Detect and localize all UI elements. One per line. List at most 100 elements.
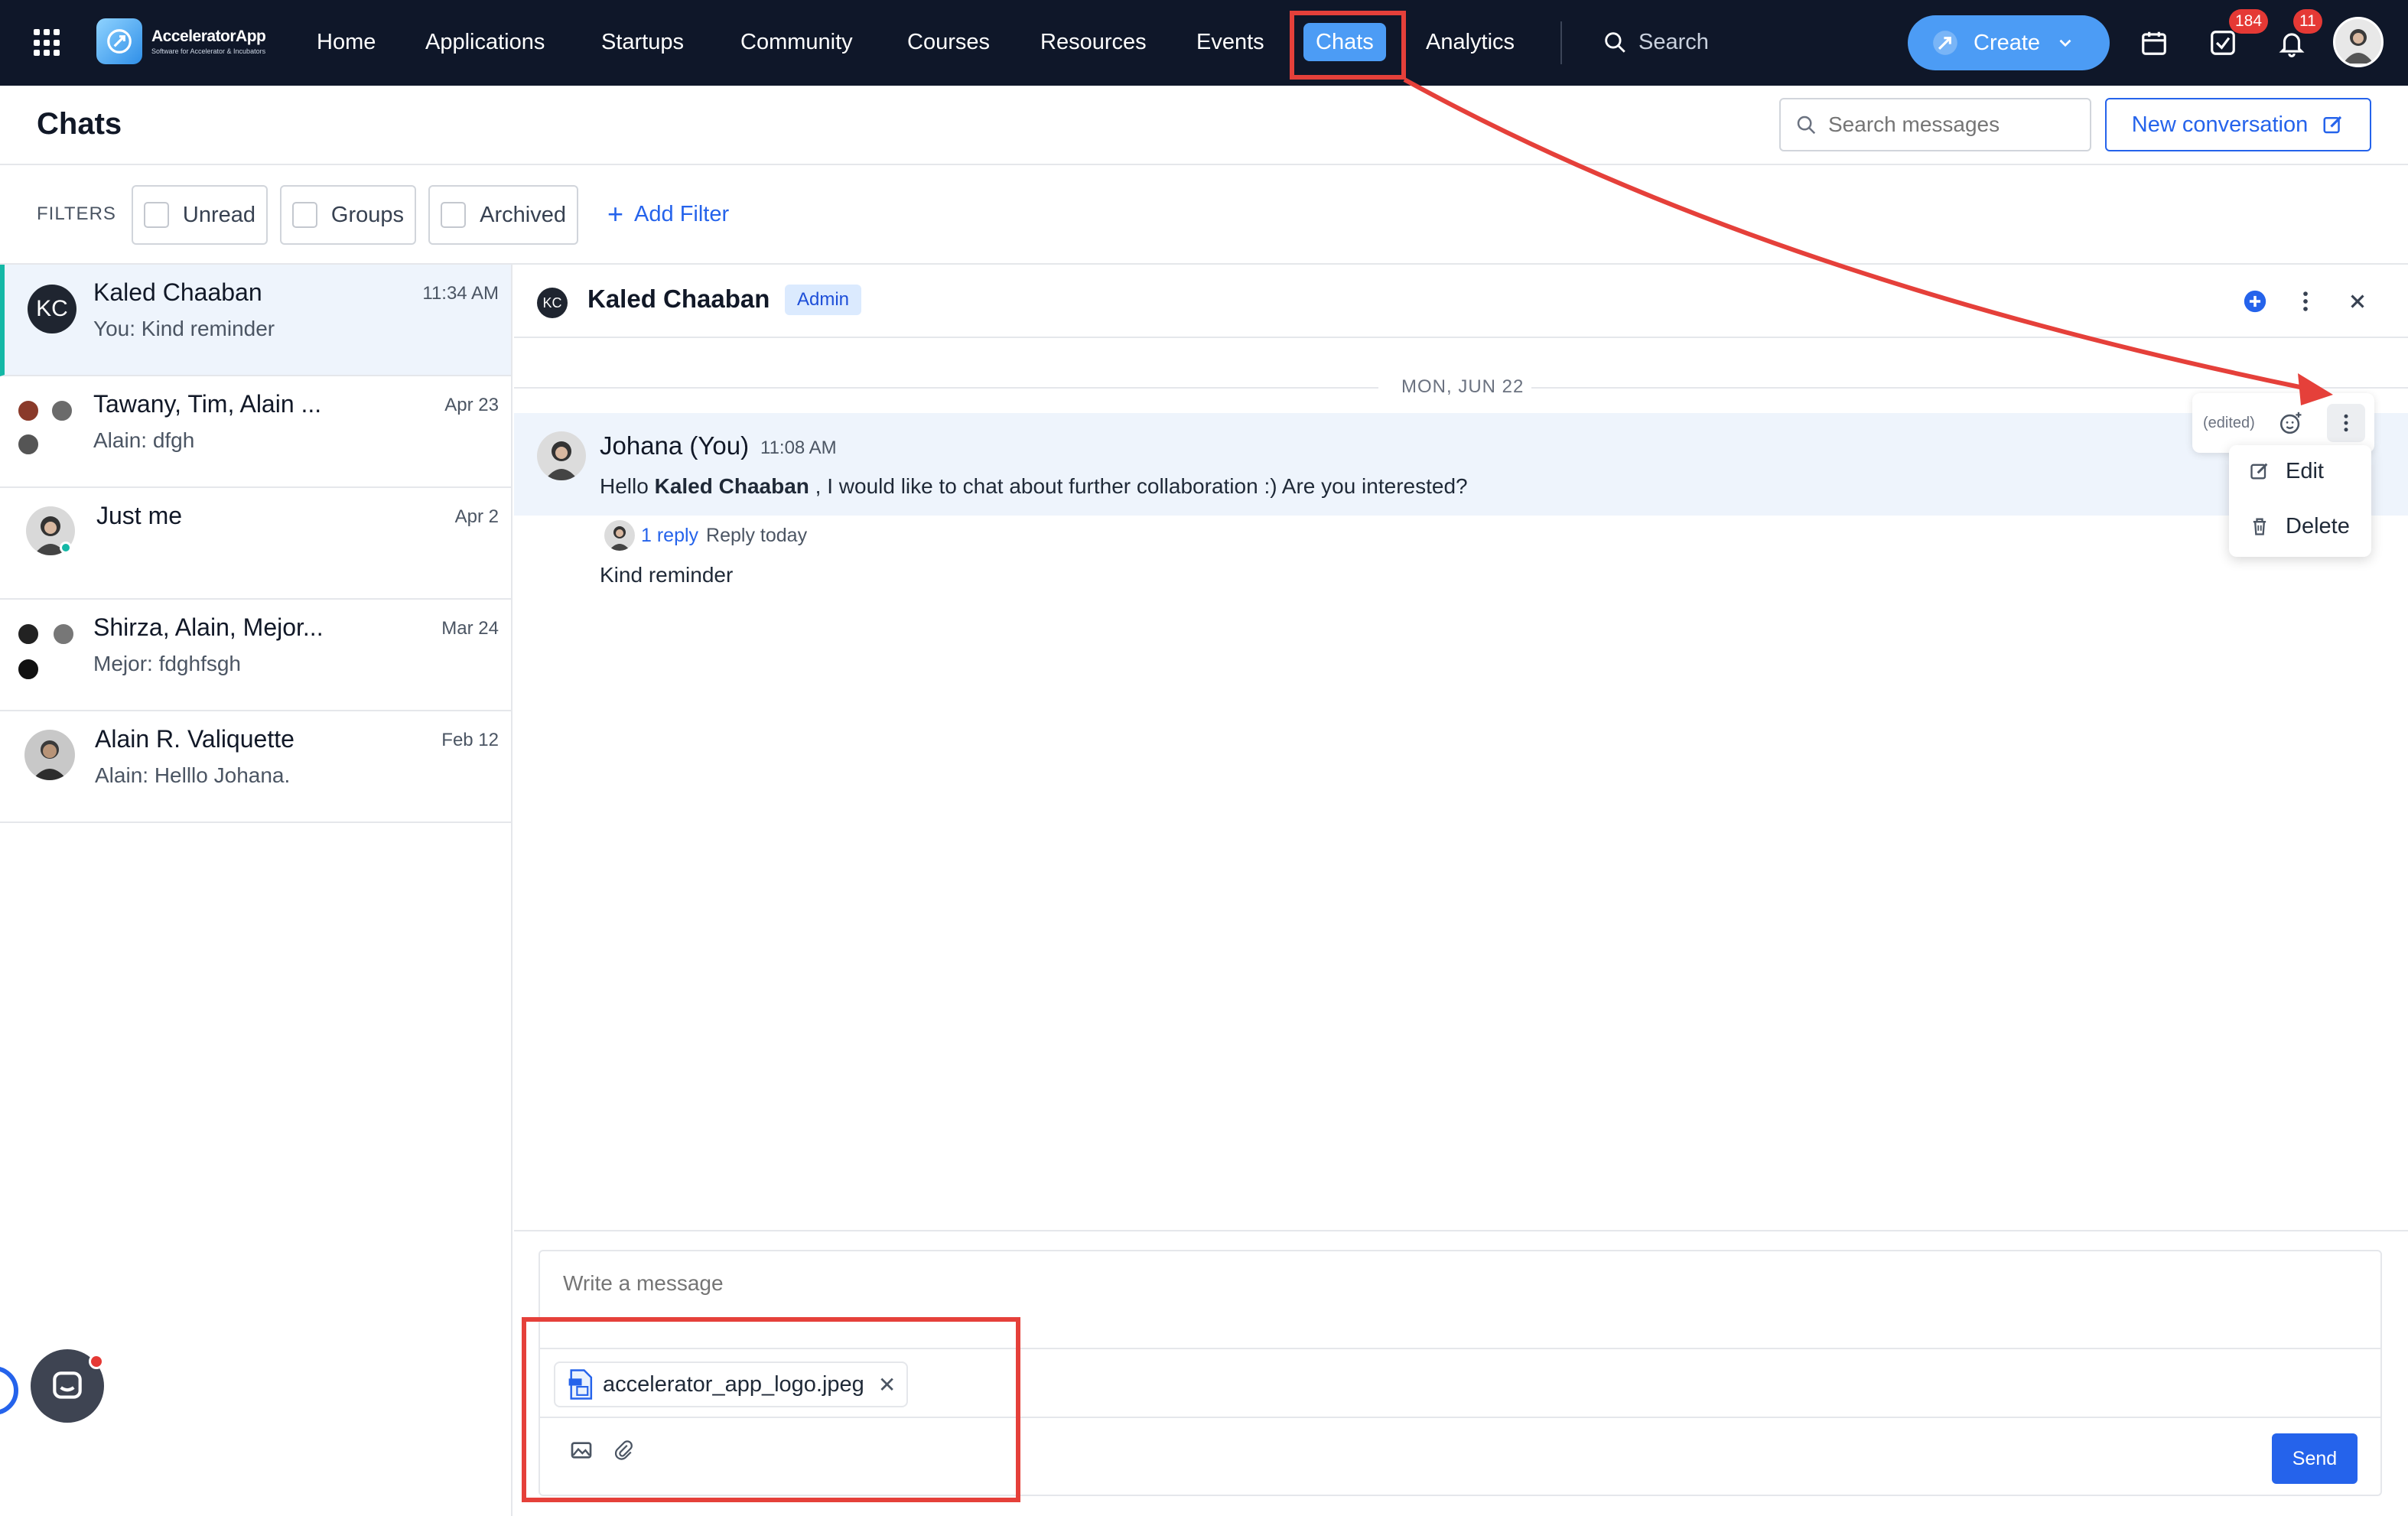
role-badge: Admin [785, 285, 862, 315]
more-vertical-icon[interactable] [2327, 404, 2365, 442]
edited-label: (edited) [2203, 414, 2255, 431]
launcher-notification-dot [89, 1354, 104, 1369]
apps-grid-icon[interactable] [34, 29, 61, 57]
conversation-preview: Alain: Helllo Johana. [95, 763, 291, 787]
nav-events[interactable]: Events [1184, 23, 1277, 61]
search-icon [1797, 115, 1816, 135]
send-button[interactable]: Send [2272, 1433, 2358, 1484]
nav-analytics[interactable]: Analytics [1414, 23, 1527, 61]
message-actions-toolbar: (edited) [2192, 393, 2374, 453]
add-filter-label: Add Filter [634, 201, 730, 226]
conversation-date: Feb 12 [441, 730, 499, 750]
delete-label: Delete [2286, 513, 2350, 538]
avatar [604, 520, 635, 551]
calendar-icon[interactable] [2137, 26, 2171, 60]
nav-divider [1560, 21, 1562, 64]
mention[interactable]: Kaled Chaaban [655, 474, 809, 498]
chat-contact-name: Kaled Chaaban [587, 285, 770, 313]
reply-count-link[interactable]: 1 reply [641, 525, 698, 547]
search-messages-field[interactable] [1779, 98, 2091, 151]
avatar [537, 431, 586, 480]
filter-unread-checkbox[interactable] [144, 202, 169, 228]
plus-icon: + [607, 198, 624, 229]
nav-community[interactable]: Community [728, 23, 865, 61]
avatar: KC [28, 285, 76, 333]
filter-groups[interactable]: Groups [280, 185, 416, 245]
conversation-item-group-shirza[interactable]: Shirza, Alain, Mejor... Mejor: fdghfsgh … [0, 600, 511, 711]
conversation-name: Kaled Chaaban [93, 278, 262, 306]
message-text-start: Hello [600, 474, 649, 498]
global-search-label: Search [1638, 29, 1709, 54]
date-separator: MON, JUN 22 [514, 373, 2408, 404]
filter-groups-label: Groups [330, 202, 404, 227]
edit-label: Edit [2286, 458, 2324, 483]
message-text: Hello Kaled Chaaban , I would like to ch… [600, 474, 1468, 499]
message-context-menu: Edit Delete [2229, 445, 2371, 557]
tasks-badge: 184 [2229, 9, 2269, 34]
conversation-item-kaled[interactable]: KC Kaled Chaaban You: Kind reminder 11:3… [0, 265, 511, 376]
search-icon [1605, 32, 1625, 53]
filter-groups-checkbox[interactable] [292, 202, 317, 228]
conversation-name: Shirza, Alain, Mejor... [93, 613, 324, 641]
top-navigation-bar: AcceleratorApp Software for Accelerator … [0, 0, 2408, 86]
conversation-item-group-tawany[interactable]: Tawany, Tim, Alain ... Alain: dfgh Apr 2… [0, 376, 511, 488]
avatar [17, 658, 40, 681]
emoji-add-icon[interactable] [2272, 404, 2310, 442]
global-search[interactable]: Search [1602, 23, 1709, 61]
edit-menu-item[interactable]: Edit [2249, 456, 2324, 486]
conversation-preview: You: Kind reminder [93, 317, 275, 340]
conversation-preview: Alain: dfgh [93, 428, 195, 452]
nav-startups[interactable]: Startups [589, 23, 696, 61]
nav-resources[interactable]: Resources [1028, 23, 1159, 61]
nav-applications[interactable]: Applications [413, 23, 557, 61]
new-conversation-button[interactable]: New conversation [2105, 98, 2371, 151]
chevron-down-icon [2059, 39, 2071, 47]
add-circle-icon[interactable] [2240, 286, 2270, 317]
page-header: Chats New conversation [0, 86, 2408, 165]
conversation-date: Apr 2 [454, 506, 499, 527]
add-filter-button[interactable]: + Add Filter [607, 200, 729, 228]
user-avatar[interactable] [2333, 17, 2384, 67]
annotation-highlight-composer [522, 1317, 1020, 1502]
rocket-icon [1933, 31, 1957, 55]
date-separator-label: MON, JUN 22 [1401, 376, 1525, 397]
filters-label: FILTERS [37, 203, 116, 224]
edit-icon [2250, 463, 2268, 480]
app-logo[interactable]: AcceleratorApp Software for Accelerator … [96, 18, 266, 64]
avatar [17, 399, 40, 422]
conversation-item-just-me[interactable]: Just me Apr 2 [0, 488, 511, 600]
conversation-date: 11:34 AM [422, 283, 499, 304]
annotation-highlight-chats [1290, 11, 1406, 80]
message-time: 11:08 AM [760, 438, 837, 458]
conversation-item-alain[interactable]: Alain R. Valiquette Alain: Helllo Johana… [0, 711, 511, 823]
create-button[interactable]: Create [1908, 15, 2110, 70]
message-row[interactable]: Johana (You) 11:08 AM Hello Kaled Chaaba… [514, 413, 2408, 516]
app-tagline: Software for Accelerator & Incubators [151, 47, 266, 55]
avatar [52, 623, 75, 646]
page-title: Chats [37, 107, 122, 141]
search-messages-input[interactable] [1828, 112, 2073, 137]
avatar [17, 433, 40, 456]
filter-archived-label: Archived [480, 202, 566, 227]
delete-menu-item[interactable]: Delete [2249, 511, 2350, 542]
filter-archived[interactable]: Archived [428, 185, 578, 245]
message-input[interactable] [563, 1271, 2322, 1317]
chat-header: KC Kaled Chaaban Admin [514, 265, 2408, 338]
thread-replies[interactable]: 1 reply Reply today [604, 520, 807, 551]
conversation-name: Just me [96, 502, 183, 529]
more-vertical-icon[interactable] [2290, 286, 2321, 317]
filter-unread-label: Unread [182, 202, 255, 227]
online-status-dot [60, 542, 72, 554]
filter-archived-checkbox[interactable] [441, 202, 467, 228]
close-icon[interactable] [2342, 286, 2373, 317]
message-text-end: , I would like to chat about further col… [815, 474, 1468, 498]
chat-bubble-icon [53, 1371, 82, 1399]
nav-home[interactable]: Home [304, 23, 388, 61]
conversation-name: Alain R. Valiquette [95, 725, 294, 753]
rocket-logo-icon [96, 18, 142, 64]
filters-bar: FILTERS Unread Groups Archived + Add Fil… [0, 165, 2408, 265]
filter-unread[interactable]: Unread [132, 185, 268, 245]
message-text: Kind reminder [600, 563, 734, 587]
conversation-name: Tawany, Tim, Alain ... [93, 390, 322, 418]
nav-courses[interactable]: Courses [895, 23, 1002, 61]
